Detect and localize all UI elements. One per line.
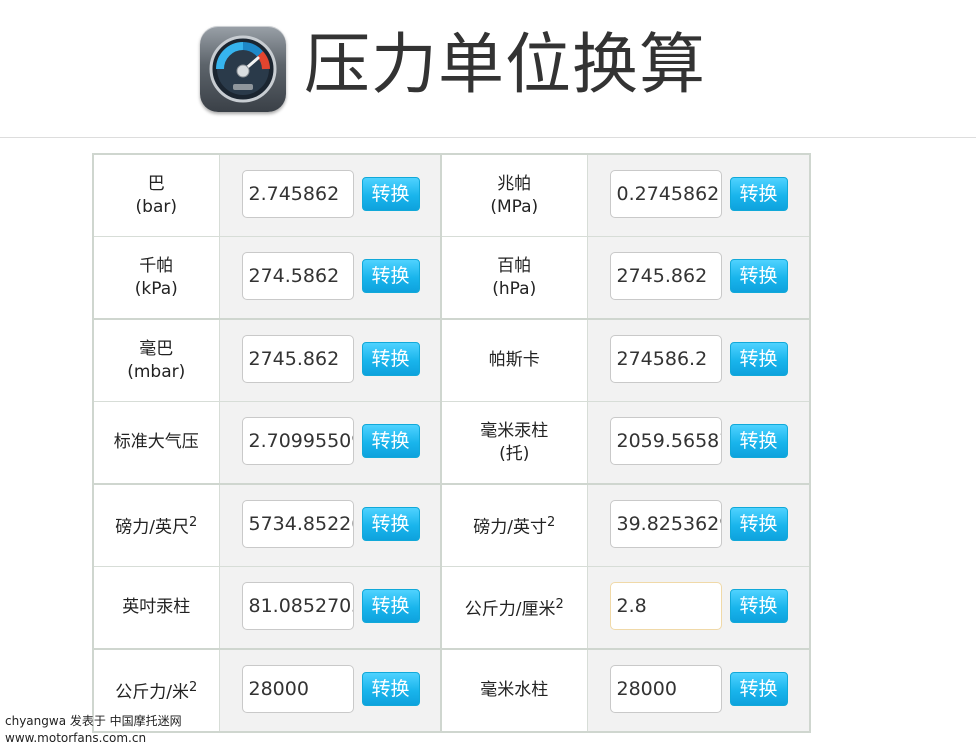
page-header: 压力单位换算 [0, 0, 976, 138]
unit-name: 千帕 [139, 255, 174, 276]
gauge-icon [200, 26, 286, 112]
unit-value-input[interactable] [241, 417, 354, 465]
convert-button[interactable]: 转换 [361, 259, 420, 293]
unit-name: 磅力/英寸 [473, 517, 547, 538]
convert-button[interactable]: 转换 [361, 589, 420, 623]
unit-value-input[interactable] [241, 170, 354, 218]
unit-exponent: 2 [555, 597, 564, 613]
watermark-line2: www.motorfans.com.cn [5, 731, 147, 745]
unit-input-cell: 转换 [586, 566, 811, 650]
unit-name: 百帕 [497, 255, 532, 276]
page-title: 压力单位换算 [304, 26, 706, 103]
unit-abbrev: (kPa) [134, 278, 178, 299]
unit-name: 公斤力/厘米 [464, 599, 556, 620]
unit-input-cell: 转换 [218, 566, 442, 650]
unit-label-cell: 毫巴 (mbar) [92, 318, 220, 402]
convert-button[interactable]: 转换 [729, 259, 788, 293]
watermark-line1: chyangwa 发表于 中国摩托迷网 [5, 714, 182, 728]
unit-input-cell: 转换 [586, 153, 811, 237]
unit-value-input[interactable] [241, 582, 354, 630]
converter-row: 千帕(kPa)转换百帕(hPa)转换 [92, 236, 811, 320]
unit-input-cell: 转换 [586, 236, 811, 320]
unit-abbrev: (hPa) [492, 278, 537, 299]
convert-button[interactable]: 转换 [729, 177, 788, 211]
converter-row: 巴(bar)转换兆帕(MPa)转换 [92, 153, 811, 237]
convert-button[interactable]: 转换 [361, 672, 420, 706]
convert-button[interactable]: 转换 [729, 507, 788, 541]
converter-table: 巴(bar)转换兆帕(MPa)转换千帕(kPa)转换百帕(hPa)转换毫巴(mb… [92, 153, 811, 733]
unit-label-cell: 毫米汞柱 (托) [440, 401, 588, 485]
convert-button[interactable]: 转换 [729, 589, 788, 623]
unit-input-cell: 转换 [586, 401, 811, 485]
unit-value-input[interactable] [609, 582, 722, 630]
unit-label-cell: 巴 (bar) [92, 153, 220, 237]
unit-label-cell: 磅力/英寸2 [440, 483, 588, 567]
unit-name: 帕斯卡 [488, 350, 540, 370]
unit-value-input[interactable] [609, 417, 722, 465]
convert-button[interactable]: 转换 [729, 342, 788, 376]
unit-name: 标准大气压 [113, 432, 199, 452]
unit-exponent: 2 [188, 680, 198, 696]
unit-input-cell: 转换 [218, 318, 442, 402]
convert-button[interactable]: 转换 [361, 507, 420, 541]
pressure-converter-page: 压力单位换算 巴(bar)转换兆帕(MPa)转换千帕(kPa)转换百帕(hPa)… [0, 0, 976, 749]
unit-name: 毫米水柱 [480, 680, 549, 700]
converter-row: 英吋汞柱转换公斤力/厘米2转换 [92, 566, 811, 650]
converter-row: 磅力/英尺2转换磅力/英寸2转换 [92, 483, 811, 567]
unit-input-cell: 转换 [586, 483, 811, 567]
unit-input-cell: 转换 [218, 236, 442, 320]
convert-button[interactable]: 转换 [729, 672, 788, 706]
unit-value-input[interactable] [609, 665, 722, 713]
unit-value-input[interactable] [241, 335, 354, 383]
unit-value-input[interactable] [241, 500, 354, 548]
unit-value-input[interactable] [609, 500, 722, 548]
unit-value-input[interactable] [609, 335, 722, 383]
unit-name: 巴 [147, 173, 165, 194]
unit-value-input[interactable] [241, 665, 354, 713]
unit-name: 兆帕 [497, 173, 532, 194]
unit-name: 公斤力/米 [115, 682, 189, 703]
unit-label-cell: 磅力/英尺2 [92, 483, 220, 567]
unit-name: 英吋汞柱 [122, 597, 191, 617]
convert-button[interactable]: 转换 [361, 342, 420, 376]
unit-abbrev: (mbar) [127, 361, 186, 382]
convert-button[interactable]: 转换 [361, 424, 420, 458]
unit-abbrev: (bar) [135, 196, 177, 217]
unit-exponent: 2 [188, 515, 198, 531]
unit-label-cell: 公斤力/厘米2 [440, 566, 588, 650]
unit-input-cell: 转换 [218, 153, 442, 237]
unit-name: 毫米汞柱 [480, 420, 549, 441]
unit-name: 毫巴 [139, 338, 174, 359]
unit-input-cell: 转换 [218, 401, 442, 485]
unit-input-cell: 转换 [586, 648, 811, 733]
converter-row: 公斤力/米2 转换 毫米水柱 转换 [92, 648, 811, 733]
unit-label-cell: 毫米水柱 [440, 648, 588, 733]
unit-value-input[interactable] [241, 252, 354, 300]
unit-abbrev: (托) [499, 443, 530, 464]
unit-label-cell: 帕斯卡 [440, 318, 588, 402]
unit-label-cell: 百帕 (hPa) [440, 236, 588, 320]
converter-row: 标准大气压转换毫米汞柱(托)转换 [92, 401, 811, 485]
unit-label-cell: 标准大气压 [92, 401, 220, 485]
unit-label-cell: 英吋汞柱 [92, 566, 220, 650]
unit-value-input[interactable] [609, 252, 722, 300]
convert-button[interactable]: 转换 [729, 424, 788, 458]
convert-button[interactable]: 转换 [361, 177, 420, 211]
unit-value-input[interactable] [609, 170, 722, 218]
unit-label-cell: 兆帕 (MPa) [440, 153, 588, 237]
unit-abbrev: (MPa) [490, 196, 539, 217]
unit-input-cell: 转换 [218, 648, 442, 733]
unit-name: 磅力/英尺 [115, 517, 189, 538]
converter-row: 毫巴(mbar) 转换 帕斯卡 转换 [92, 318, 811, 402]
unit-input-cell: 转换 [218, 483, 442, 567]
unit-exponent: 2 [546, 515, 556, 531]
unit-input-cell: 转换 [586, 318, 811, 402]
unit-label-cell: 千帕 (kPa) [92, 236, 220, 320]
